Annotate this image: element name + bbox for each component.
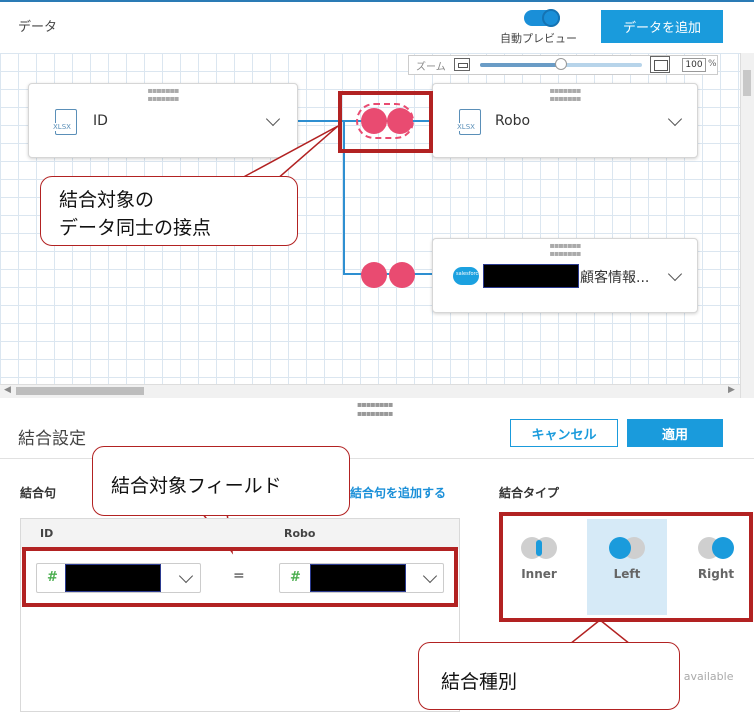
- unavailable-note: t available: [676, 670, 734, 683]
- join-type-label: 結合タイプ: [499, 486, 560, 500]
- right-column-header: Robo: [284, 527, 316, 540]
- cancel-button[interactable]: キャンセル: [510, 419, 618, 447]
- callout-join-kind: 結合種別: [418, 642, 680, 710]
- callout-connection-point: 結合対象の データ同士の接点: [40, 176, 298, 246]
- callout-text: 結合種別: [441, 672, 518, 693]
- highlight-box: [499, 512, 753, 622]
- join-clause-label: 結合句: [20, 486, 57, 500]
- callout-line-2: データ同士の接点: [59, 218, 212, 239]
- join-settings-title: 結合設定: [18, 429, 86, 449]
- join-clause-header: [21, 519, 459, 549]
- highlight-box: [22, 547, 458, 607]
- apply-button[interactable]: 適用: [627, 419, 723, 447]
- callout-text: 結合対象フィールド: [111, 476, 282, 497]
- resize-handle-icon[interactable]: ▪▪▪▪▪▪▪▪ ▪▪▪▪▪▪▪▪: [357, 400, 393, 418]
- left-column-header: ID: [40, 527, 54, 540]
- callout-line-1: 結合対象の: [59, 190, 155, 211]
- add-join-clause-link[interactable]: 結合句を追加する: [350, 484, 446, 501]
- callout-target-field: 結合対象フィールド: [92, 446, 350, 516]
